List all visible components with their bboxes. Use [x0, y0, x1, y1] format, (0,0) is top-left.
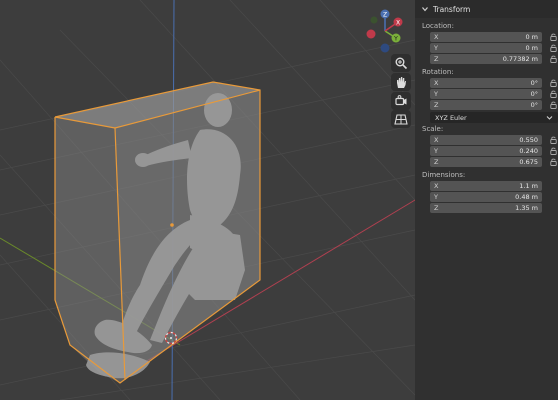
perspective-toggle-button[interactable] [391, 110, 411, 128]
rotation-mode-dropdown[interactable]: XYZ Euler [430, 112, 558, 123]
scale-z-row: Z 0.675 [422, 157, 558, 167]
field-value: 1.35 m [515, 204, 538, 212]
lock-icon[interactable] [550, 55, 557, 63]
scale-x-field[interactable]: X 0.550 [430, 135, 542, 145]
lock-icon[interactable] [550, 33, 557, 41]
transform-panel-header[interactable]: Transform [415, 0, 558, 18]
field-value: 0° [530, 90, 538, 98]
zoom-button[interactable] [391, 54, 411, 72]
field-value: 1.1 m [519, 182, 538, 190]
transform-sidebar: Transform Location: X 0 m Y 0 m Z 0.77382 m… [415, 0, 558, 400]
axis-label: X [434, 33, 439, 41]
field-value: 0 m [525, 44, 538, 52]
location-y-field[interactable]: Y 0 m [430, 43, 542, 53]
camera-view-button[interactable] [391, 92, 411, 110]
lock-icon[interactable] [550, 158, 557, 166]
axis-label: X [434, 182, 439, 190]
lock-icon[interactable] [550, 79, 557, 87]
location-z-field[interactable]: Z 0.77382 m [430, 54, 542, 64]
dimensions-z-row: Z 1.35 m [422, 203, 558, 213]
field-value: 0.675 [519, 158, 538, 166]
field-value: 0° [530, 79, 538, 87]
scale-y-field[interactable]: Y 0.240 [430, 146, 542, 156]
panel-title: Transform [433, 4, 471, 14]
scale-z-field[interactable]: Z 0.675 [430, 157, 542, 167]
dimensions-y-field[interactable]: Y 0.48 m [430, 192, 542, 202]
rotation-y-field[interactable]: Y 0° [430, 89, 542, 99]
hand-icon [397, 77, 406, 88]
lock-icon[interactable] [550, 44, 557, 52]
rotation-x-row: X 0° [422, 78, 558, 88]
dimensions-label: Dimensions: [422, 171, 466, 179]
blender-3d-viewport-window: Z X Y Transform Location: X 0 m Y 0 m Z 0.7… [0, 0, 558, 400]
location-y-row: Y 0 m [422, 43, 558, 53]
dimensions-y-row: Y 0.48 m [422, 192, 558, 202]
rotation-z-field[interactable]: Z 0° [430, 100, 542, 110]
axis-label: Z [434, 158, 439, 166]
scale-x-row: X 0.550 [422, 135, 558, 145]
rotation-y-row: Y 0° [422, 89, 558, 99]
chevron-down-icon [422, 7, 428, 12]
axis-label: X [434, 136, 439, 144]
rotation-x-field[interactable]: X 0° [430, 78, 542, 88]
gizmo-x-label: X [396, 19, 400, 26]
dimensions-z-field[interactable]: Z 1.35 m [430, 203, 542, 213]
axis-label: Z [434, 101, 439, 109]
object-origin-dot [170, 223, 174, 227]
axis-label: Y [434, 147, 438, 155]
dimensions-x-field[interactable]: X 1.1 m [430, 181, 542, 191]
field-value: 0.77382 m [502, 55, 538, 63]
axis-label: Z [434, 55, 439, 63]
navigation-gizmo[interactable]: Z X Y [362, 8, 408, 54]
location-label: Location: [422, 22, 454, 30]
field-value: 0.550 [519, 136, 538, 144]
lock-icon[interactable] [550, 90, 557, 98]
axis-label: Y [434, 193, 438, 201]
grid-icon [394, 114, 408, 125]
gizmo-z-label: Z [383, 11, 387, 18]
location-z-row: Z 0.77382 m [422, 54, 558, 64]
scale-y-row: Y 0.240 [422, 146, 558, 156]
field-value: 0.48 m [515, 193, 538, 201]
field-value: 0.240 [519, 147, 538, 155]
dimensions-x-row: X 1.1 m [422, 181, 558, 191]
zoom-icon [395, 57, 408, 70]
axis-label: Z [434, 204, 439, 212]
location-x-field[interactable]: X 0 m [430, 32, 542, 42]
selected-object[interactable] [54, 81, 261, 384]
rotation-z-row: Z 0° [422, 100, 558, 110]
axis-label: X [434, 79, 439, 87]
lock-icon[interactable] [550, 136, 557, 144]
axis-label: Y [434, 90, 438, 98]
pan-button[interactable] [391, 73, 411, 91]
rotation-label: Rotation: [422, 68, 454, 76]
lock-icon[interactable] [550, 101, 557, 109]
chevron-down-icon [546, 116, 553, 120]
axis-label: Y [434, 44, 438, 52]
rotation-mode-value: XYZ Euler [435, 113, 467, 122]
camera-icon [395, 95, 407, 106]
gizmo-y-label: Y [393, 35, 398, 42]
field-value: 0° [530, 101, 538, 109]
location-x-row: X 0 m [422, 32, 558, 42]
scale-label: Scale: [422, 125, 444, 133]
field-value: 0 m [525, 33, 538, 41]
lock-icon[interactable] [550, 147, 557, 155]
